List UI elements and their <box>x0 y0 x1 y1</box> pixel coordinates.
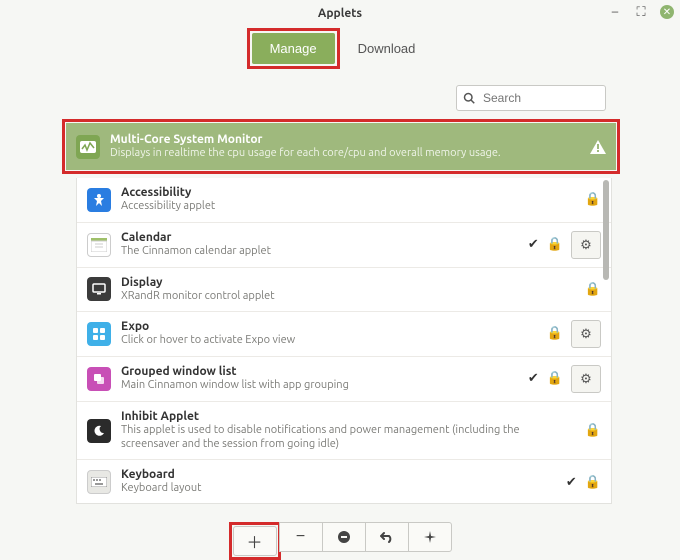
maximize-button[interactable]: ⛶ <box>634 5 648 19</box>
monitor-icon <box>76 135 100 159</box>
manage-tab-highlight: Manage <box>247 28 340 69</box>
applet-row-accessibility[interactable]: Accessibility Accessibility applet 🔒 <box>77 178 611 222</box>
applet-desc: This applet is used to disable notificat… <box>121 423 575 452</box>
moon-icon <box>87 419 111 443</box>
remove-button[interactable]: − <box>279 522 323 552</box>
warning-icon <box>590 140 606 154</box>
applet-desc: The Cinnamon calendar applet <box>121 244 518 258</box>
check-icon: ✔ <box>528 237 539 252</box>
applet-row-multicore[interactable]: Multi-Core System Monitor Displays in re… <box>66 123 616 170</box>
sparkle-icon <box>424 531 436 543</box>
applet-row-display[interactable]: Display XRandR monitor control applet 🔒 <box>77 268 611 312</box>
applet-name: Multi-Core System Monitor <box>110 133 580 146</box>
search-box[interactable] <box>456 85 606 111</box>
lock-icon: 🔒 <box>585 423 601 438</box>
applet-name: Grouped window list <box>121 365 518 378</box>
applet-desc: Accessibility applet <box>121 199 575 213</box>
selected-row-highlight: Multi-Core System Monitor Displays in re… <box>62 119 620 174</box>
applet-desc: Keyboard layout <box>121 481 556 495</box>
applet-desc: Displays in realtime the cpu usage for e… <box>110 146 580 160</box>
applet-name: Accessibility <box>121 186 575 199</box>
calendar-icon <box>87 233 111 257</box>
keyboard-icon <box>87 470 111 494</box>
accessibility-icon <box>87 188 111 212</box>
minimize-button[interactable]: – <box>608 5 622 19</box>
undo-icon <box>380 531 394 543</box>
applet-desc: Click or hover to activate Expo view <box>121 333 537 347</box>
settings-button[interactable]: ⚙ <box>571 231 601 259</box>
plus-icon: ＋ <box>246 529 262 553</box>
disable-button[interactable] <box>322 522 366 552</box>
window-title: Applets <box>318 7 362 20</box>
tab-download[interactable]: Download <box>340 28 434 69</box>
expo-icon <box>87 322 111 346</box>
applet-row-inhibit[interactable]: Inhibit Applet This applet is used to di… <box>77 402 611 461</box>
settings-button[interactable]: ⚙ <box>571 320 601 348</box>
check-icon: ✔ <box>528 371 539 386</box>
disable-icon <box>337 530 351 544</box>
applet-name: Calendar <box>121 231 518 244</box>
applet-name: Keyboard <box>121 468 556 481</box>
scrollbar[interactable] <box>603 180 609 280</box>
lock-icon: 🔒 <box>585 282 601 297</box>
gear-icon: ⚙ <box>580 237 592 253</box>
applet-name: Inhibit Applet <box>121 410 575 423</box>
check-icon: ✔ <box>566 475 577 490</box>
applet-name: Display <box>121 276 575 289</box>
applet-row-grouped[interactable]: Grouped window list Main Cinnamon window… <box>77 357 611 402</box>
applet-desc: Main Cinnamon window list with app group… <box>121 378 518 392</box>
tab-manage[interactable]: Manage <box>252 33 335 64</box>
applet-row-calendar[interactable]: Calendar The Cinnamon calendar applet ✔ … <box>77 223 611 268</box>
gear-icon: ⚙ <box>580 326 592 342</box>
action-toolbar: ＋ − <box>0 522 680 560</box>
lock-icon: 🔒 <box>547 237 563 252</box>
add-button[interactable]: ＋ <box>233 526 277 556</box>
minus-icon: − <box>296 528 305 546</box>
applet-list: Accessibility Accessibility applet 🔒 Cal… <box>76 178 612 504</box>
grouped-icon <box>87 367 111 391</box>
settings-button[interactable]: ⚙ <box>571 365 601 393</box>
display-icon <box>87 277 111 301</box>
undo-button[interactable] <box>365 522 409 552</box>
gear-icon: ⚙ <box>580 371 592 387</box>
star-button[interactable] <box>408 522 452 552</box>
lock-icon: 🔒 <box>547 371 563 386</box>
add-button-highlight: ＋ <box>229 522 281 560</box>
search-icon <box>463 92 475 104</box>
lock-icon: 🔒 <box>547 326 563 341</box>
close-button[interactable]: ✕ <box>660 5 674 19</box>
search-input[interactable] <box>481 90 599 106</box>
applet-name: Expo <box>121 320 537 333</box>
applet-row-expo[interactable]: Expo Click or hover to activate Expo vie… <box>77 312 611 357</box>
lock-icon: 🔒 <box>585 192 601 207</box>
applet-row-keyboard[interactable]: Keyboard Keyboard layout ✔ 🔒 <box>77 460 611 504</box>
applet-desc: XRandR monitor control applet <box>121 289 575 303</box>
lock-icon: 🔒 <box>585 475 601 490</box>
